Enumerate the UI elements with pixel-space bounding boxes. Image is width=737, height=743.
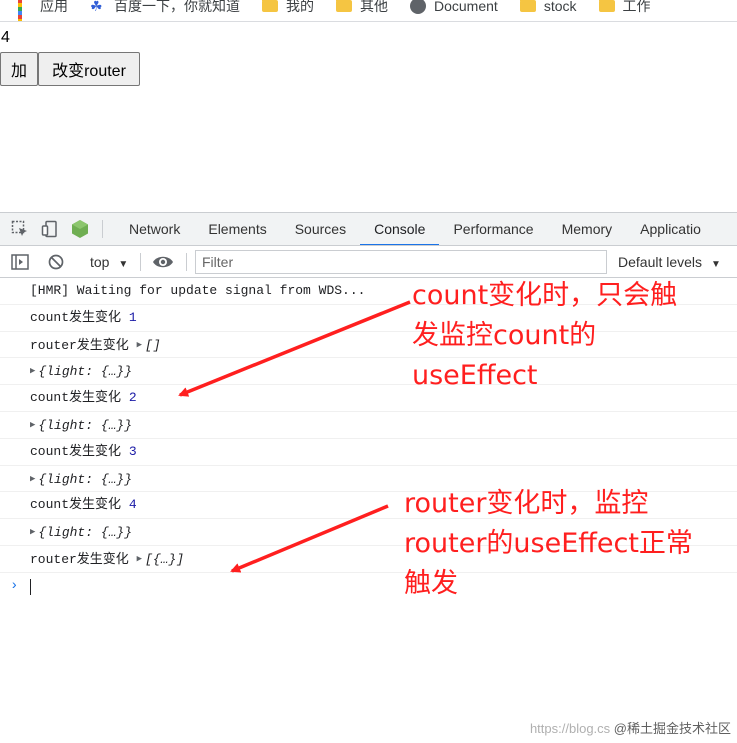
annotation-line: router的useEffect正常 (404, 528, 693, 559)
annotation-line: 触发 (404, 568, 458, 599)
annotation-line: 发监控count的 (412, 320, 597, 351)
watermark: https://blog.cs @稀土掘金技术社区 (530, 718, 731, 737)
annotation-arrow (230, 504, 389, 573)
annotation-line: router变化时，监控 (404, 488, 649, 519)
annotation-arrow (178, 300, 411, 397)
annotation-count: count变化时，只会触 发监控count的 useEffect (412, 276, 677, 396)
watermark-url: https://blog.cs (529, 721, 611, 736)
annotation-line: count变化时，只会触 (412, 280, 678, 311)
watermark-main: @稀土掘金技术社区 (613, 721, 731, 736)
annotation-router: router变化时，监控 router的useEffect正常 触发 (404, 484, 693, 604)
annotation-line: useEffect (412, 360, 538, 391)
